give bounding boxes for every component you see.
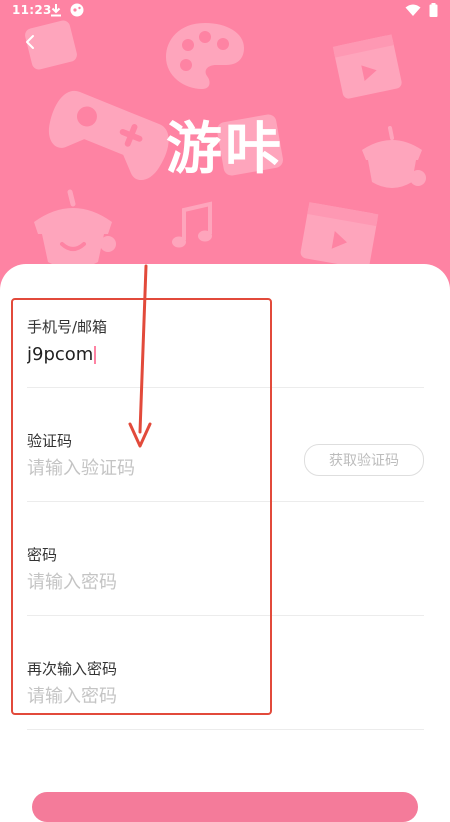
password-input[interactable] xyxy=(27,568,287,596)
status-time: 11:23 xyxy=(12,3,52,17)
confirm-password-input[interactable] xyxy=(27,682,287,710)
register-form-card: 手机号/邮箱 验证码 获取验证码 密码 再次输入密码 xyxy=(0,264,450,804)
header-banner: 11:23 游咔 xyxy=(0,0,450,290)
code-field: 验证码 获取验证码 xyxy=(27,430,424,502)
account-input[interactable] xyxy=(27,340,287,368)
palette-icon xyxy=(166,23,244,89)
status-left-icons xyxy=(50,3,84,17)
photo-icon xyxy=(25,20,77,70)
video-icon xyxy=(300,202,379,269)
get-code-button[interactable]: 获取验证码 xyxy=(304,444,424,476)
confirm-password-label: 再次输入密码 xyxy=(27,660,118,678)
status-bar: 11:23 xyxy=(0,0,450,22)
battery-icon xyxy=(429,3,438,17)
music-note-icon xyxy=(172,201,212,248)
confirm-password-field: 再次输入密码 xyxy=(27,658,424,730)
status-right-icons xyxy=(405,3,438,17)
code-label: 验证码 xyxy=(27,432,73,450)
app-title: 游咔 xyxy=(166,117,284,182)
video-icon xyxy=(332,34,402,99)
account-field: 手机号/邮箱 xyxy=(27,316,424,388)
code-input[interactable] xyxy=(27,454,287,482)
submit-button[interactable] xyxy=(32,792,418,822)
game-notification-icon xyxy=(70,3,84,17)
download-icon xyxy=(51,4,61,17)
password-label: 密码 xyxy=(27,546,58,564)
wifi-icon xyxy=(405,4,421,16)
text-cursor xyxy=(94,346,96,364)
password-field: 密码 xyxy=(27,544,424,616)
account-label: 手机号/邮箱 xyxy=(27,318,108,336)
